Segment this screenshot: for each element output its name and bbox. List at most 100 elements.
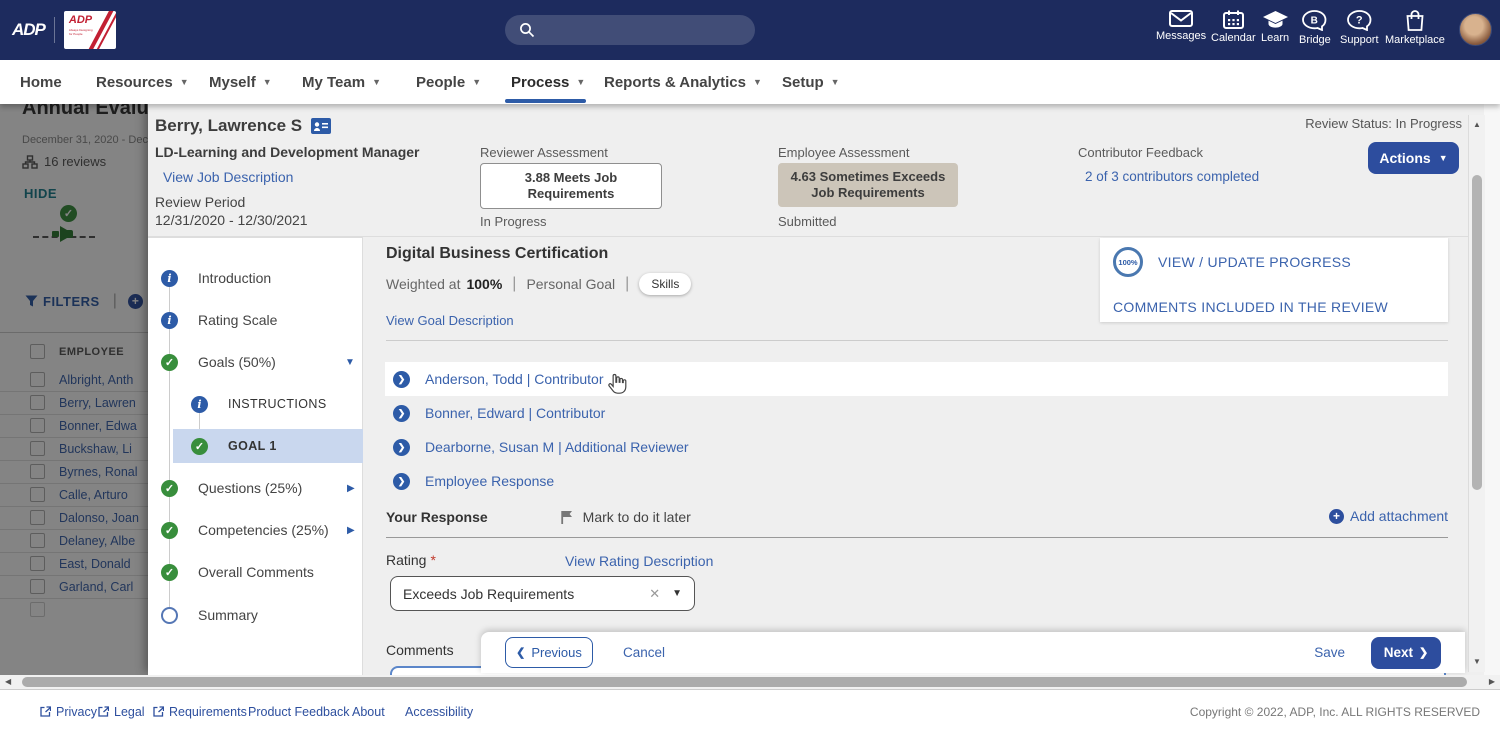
topbar-item-learn[interactable]: Learn [1261, 10, 1289, 44]
bridge-icon: B [1302, 10, 1327, 31]
bridge-label: Bridge [1299, 34, 1331, 46]
footer-link-accessibility[interactable]: Accessibility [405, 690, 473, 732]
contributor-feedback-link[interactable]: 2 of 3 contributors completed [1085, 169, 1259, 184]
scroll-left-arrow[interactable]: ◀ [5, 678, 11, 686]
caret-down-icon: ▼ [262, 77, 272, 87]
footer-link-requirements[interactable]: Requirements [153, 690, 247, 732]
divider [386, 537, 1448, 538]
previous-button[interactable]: ❮ Previous [505, 637, 593, 668]
actions-button[interactable]: Actions ▼ [1368, 142, 1459, 174]
topbar-item-messages[interactable]: Messages [1156, 10, 1206, 42]
id-card-icon[interactable] [311, 118, 332, 134]
topbar-item-support[interactable]: ? Support [1340, 10, 1379, 46]
footer-link-product-feedback[interactable]: Product Feedback [248, 690, 349, 732]
topbar-item-bridge[interactable]: B Bridge [1299, 10, 1331, 46]
background-review-list-panel: Annual Evalua December 31, 2020 - Dec 16… [0, 104, 148, 675]
goal-meta-row: Weighted at 100% | Personal Goal | Skill… [386, 273, 692, 295]
step-goals[interactable]: ✓ Goals (50%) [148, 345, 363, 379]
nav-item-reports-analytics[interactable]: Reports & Analytics ▼ [604, 60, 762, 104]
mouse-cursor [608, 373, 627, 394]
scroll-down-arrow[interactable]: ▼ [1473, 658, 1481, 666]
contributor-row-dearborne[interactable]: ❯ Dearborne, Susan M | Additional Review… [385, 430, 1448, 464]
save-button[interactable]: Save [1314, 645, 1345, 660]
copyright-text: Copyright © 2022, ADP, Inc. ALL RIGHTS R… [1189, 704, 1480, 719]
expand-caret-icon[interactable]: ▶ [347, 525, 355, 536]
topbar: ADP ADP Always Designing for People Mess… [0, 0, 1500, 60]
separator: | [625, 275, 630, 292]
external-link-icon [153, 706, 164, 717]
next-button[interactable]: Next ❯ [1371, 636, 1441, 669]
messages-icon [1169, 10, 1194, 27]
footer-link-privacy[interactable]: Privacy [40, 690, 97, 732]
view-job-description-link[interactable]: View Job Description [163, 169, 293, 185]
nav-item-setup[interactable]: Setup ▼ [782, 60, 840, 104]
progress-value: 100% [1118, 257, 1138, 267]
footer-link-legal[interactable]: Legal [98, 690, 145, 732]
calendar-label: Calendar [1211, 32, 1256, 44]
step-questions[interactable]: ✓ Questions (25%) [148, 471, 363, 505]
cancel-button[interactable]: Cancel [623, 645, 665, 660]
global-search-input[interactable] [505, 15, 755, 45]
reviewer-assessment-value: 3.88 Meets Job Requirements [480, 163, 662, 209]
support-icon: ? [1346, 10, 1372, 31]
step-goals-instructions[interactable]: i INSTRUCTIONS [148, 387, 363, 421]
chevron-right-icon: ❯ [1419, 647, 1429, 659]
review-status: Review Status: In Progress [1305, 116, 1462, 131]
rating-select[interactable]: Exceeds Job Requirements ✕ ▼ [390, 576, 695, 611]
nav-item-people[interactable]: People ▼ [416, 60, 481, 104]
step-summary[interactable]: Summary [148, 598, 363, 632]
horizontal-scrollbar[interactable]: ◀ ▶ [0, 675, 1500, 689]
topbar-item-calendar[interactable]: Calendar [1211, 10, 1256, 44]
step-goal-1[interactable]: ✓ GOAL 1 [148, 429, 363, 463]
nav-item-my-team[interactable]: My Team ▼ [302, 60, 381, 104]
nav-item-process[interactable]: Process ▼ [511, 60, 585, 104]
clear-icon[interactable]: ✕ [649, 586, 660, 602]
dim-overlay [0, 104, 148, 675]
employee-assessment-value: 4.63 Sometimes Exceeds Job Requirements [778, 163, 958, 207]
main-nav: Home Resources ▼ Myself ▼ My Team ▼ People ▼… [0, 60, 1500, 104]
footer: Privacy Legal Requirements Product Feedb… [0, 689, 1500, 732]
external-link-icon [40, 706, 51, 717]
view-update-progress-link[interactable]: VIEW / UPDATE PROGRESS [1158, 254, 1351, 270]
comments-included-link[interactable]: COMMENTS INCLUDED IN THE REVIEW [1113, 299, 1388, 315]
vertical-scrollbar-thumb[interactable] [1472, 175, 1482, 490]
caret-down-icon: ▼ [576, 77, 586, 87]
view-rating-description-link[interactable]: View Rating Description [565, 553, 713, 569]
nav-item-myself[interactable]: Myself ▼ [209, 60, 272, 104]
mark-later-link[interactable]: Mark to do it later [583, 509, 691, 525]
plus-circle-icon: + [1329, 508, 1344, 524]
weight-value: 100% [466, 276, 503, 292]
user-avatar[interactable] [1459, 13, 1492, 46]
step-rating-scale[interactable]: i Rating Scale [148, 303, 363, 337]
step-introduction[interactable]: i Introduction [148, 261, 363, 295]
collapse-caret-icon[interactable]: ▼ [345, 357, 355, 368]
adp-logo: ADP [12, 20, 46, 39]
action-bar: ❮ Previous Cancel Save Next ❯ [481, 632, 1465, 673]
step-overall-comments[interactable]: ✓ Overall Comments [148, 555, 363, 589]
vertical-scrollbar[interactable]: ▲ ▼ [1468, 115, 1485, 672]
expand-caret-icon[interactable]: ▶ [347, 483, 355, 494]
footer-link-about[interactable]: About [352, 690, 385, 732]
add-attachment-link[interactable]: + Add attachment [1329, 508, 1448, 524]
reviewer-assessment-label: Reviewer Assessment [480, 145, 608, 160]
nav-item-resources[interactable]: Resources ▼ [96, 60, 189, 104]
external-link-icon [98, 706, 109, 717]
contributor-row-bonner[interactable]: ❯ Bonner, Edward | Contributor [385, 396, 1448, 430]
your-response-label: Your Response [386, 509, 488, 525]
nav-item-home[interactable]: Home [20, 60, 62, 104]
scroll-up-arrow[interactable]: ▲ [1473, 121, 1481, 129]
adp-anniversary-badge: ADP Always Designing for People [63, 11, 116, 49]
scroll-right-arrow[interactable]: ▶ [1489, 678, 1495, 686]
view-goal-description-link[interactable]: View Goal Description [386, 313, 514, 328]
flag-icon [560, 510, 572, 524]
chevron-down-icon[interactable]: ▼ [672, 588, 682, 599]
contributor-row-anderson[interactable]: ❯ Anderson, Todd | Contributor [385, 362, 1448, 396]
brand-divider [53, 17, 55, 43]
step-competencies[interactable]: ✓ Competencies (25%) [148, 513, 363, 547]
employee-response-row[interactable]: ❯ Employee Response [385, 464, 1448, 498]
caret-down-icon: ▼ [830, 77, 840, 87]
topbar-item-marketplace[interactable]: Marketplace [1385, 10, 1445, 46]
check-circle-icon: ✓ [161, 521, 178, 539]
horizontal-scrollbar-thumb[interactable] [22, 677, 1467, 687]
brand: ADP ADP Always Designing for People [12, 0, 116, 60]
